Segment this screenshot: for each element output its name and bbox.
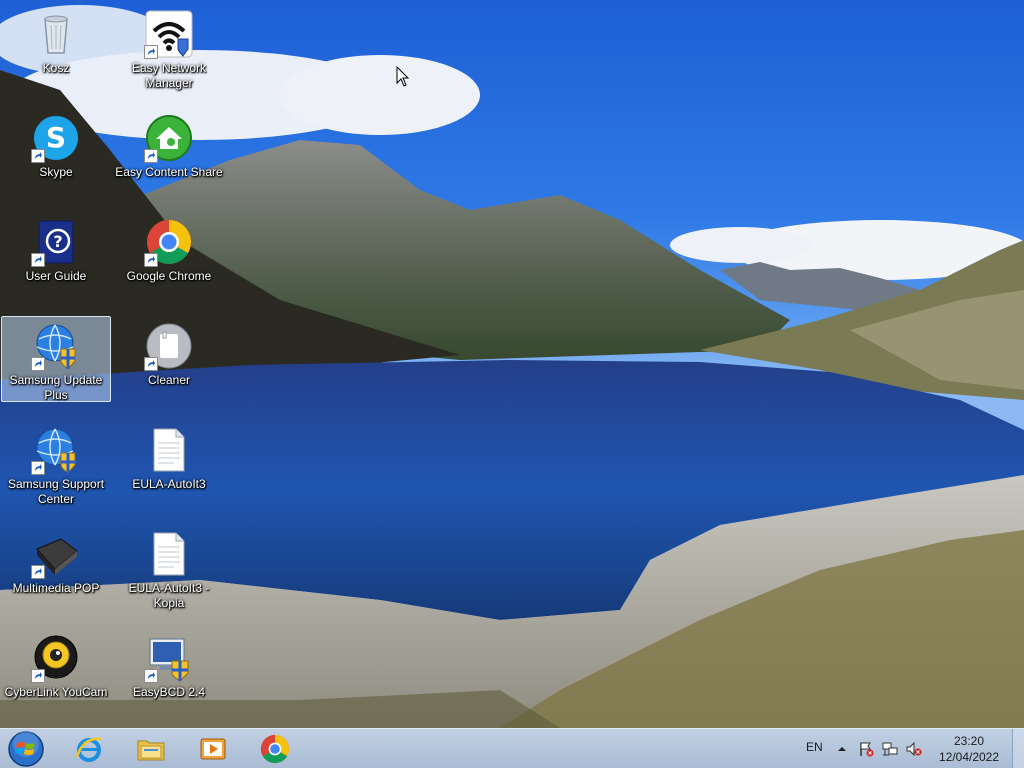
shortcut-arrow-icon: [31, 461, 45, 475]
volume-button[interactable]: [906, 741, 922, 757]
action-center-flag-icon: [860, 742, 874, 757]
globe-shield-icon: [31, 425, 81, 475]
taskbar-internet-explorer[interactable]: [62, 731, 116, 767]
network-icon: [882, 742, 898, 756]
desktop-icon-label: Skype: [39, 165, 73, 179]
help-book-icon: ?: [31, 217, 81, 267]
shortcut-arrow-icon: [31, 669, 45, 683]
desktop-icon-samsung-update-plus[interactable]: Samsung Update Plus: [1, 316, 111, 402]
media-player-icon: [200, 738, 226, 760]
desktop-icon-cyberlink-youcam[interactable]: CyberLink YouCam: [1, 628, 111, 728]
skype-icon: S: [31, 113, 81, 163]
desktop-icon-label: Google Chrome: [126, 269, 212, 283]
svg-text:?: ?: [53, 232, 62, 251]
shortcut-arrow-icon: [144, 149, 158, 163]
desktop-icon-label: EULA-AutoIt3: [132, 477, 206, 491]
desktop-icon-label: Easy Content Share: [115, 165, 223, 179]
shortcut-arrow-icon: [31, 149, 45, 163]
shortcut-arrow-icon: [144, 669, 158, 683]
desktop-icon-eula-autoit3-kopia[interactable]: EULA-AutoIt3 - Kopia: [114, 524, 224, 624]
desktop-icon-user-guide[interactable]: ? User Guide: [1, 212, 111, 312]
shortcut-arrow-icon: [144, 45, 158, 59]
taskbar-google-chrome[interactable]: [248, 731, 302, 767]
content-share-icon: [144, 113, 194, 163]
shortcut-arrow-icon: [31, 565, 45, 579]
action-center-button[interactable]: [858, 741, 874, 757]
desktop-icon-label: CyberLink YouCam: [4, 685, 108, 699]
shortcut-arrow-icon: [144, 357, 158, 371]
cleaner-icon: [144, 321, 194, 371]
clock[interactable]: 23:20 12/04/2022: [934, 733, 1004, 765]
multimedia-icon: [31, 529, 81, 579]
desktop-icon-label: Kosz: [42, 61, 70, 75]
desktop-icon-label: Cleaner: [147, 373, 191, 387]
chrome-icon: [260, 734, 290, 764]
volume-muted-icon: [906, 741, 922, 757]
webcam-icon: [31, 633, 81, 683]
taskbar-media-player[interactable]: [186, 731, 240, 767]
desktop-icon-label: Samsung Support Center: [7, 477, 105, 506]
text-document-icon: [144, 425, 194, 475]
desktop-icon-label: Multimedia POP: [12, 581, 100, 595]
shortcut-arrow-icon: [31, 253, 45, 267]
clock-time: 23:20: [953, 734, 985, 748]
desktop-icon-skype[interactable]: S Skype: [1, 108, 111, 208]
show-desktop-button[interactable]: [1012, 729, 1024, 768]
start-button[interactable]: [6, 731, 46, 767]
desktop-icon-easy-network-manager[interactable]: Easy Network Manager: [114, 4, 224, 104]
desktop[interactable]: Kosz Easy Network Manager S Skype Easy C…: [0, 0, 1024, 728]
chrome-icon: [144, 217, 194, 267]
desktop-icon-recycle-bin[interactable]: Kosz: [1, 4, 111, 104]
taskbar-file-explorer[interactable]: [124, 731, 178, 767]
desktop-icon-eula-autoit3[interactable]: EULA-AutoIt3: [114, 420, 224, 520]
svg-text:S: S: [46, 121, 66, 154]
file-explorer-icon: [137, 740, 165, 761]
desktop-icon-multimedia-pop[interactable]: Multimedia POP: [1, 524, 111, 624]
desktop-icon-label: Samsung Update Plus: [9, 373, 103, 402]
desktop-icon-samsung-support-center[interactable]: Samsung Support Center: [1, 420, 111, 520]
desktop-icon-label: EULA-AutoIt3 - Kopia: [128, 581, 210, 610]
easybcd-icon: [144, 633, 194, 683]
clock-date: 12/04/2022: [938, 750, 1000, 764]
desktop-icon-easybcd[interactable]: EasyBCD 2.4: [114, 628, 224, 728]
text-document-icon: [144, 529, 194, 579]
desktop-icon-google-chrome[interactable]: Google Chrome: [114, 212, 224, 312]
windows-start-icon: [8, 731, 44, 767]
desktop-icon-label: EasyBCD 2.4: [132, 685, 206, 699]
mouse-cursor-icon: [396, 66, 410, 87]
wifi-icon: [144, 9, 194, 59]
network-button[interactable]: [882, 741, 898, 757]
shortcut-arrow-icon: [31, 357, 45, 371]
desktop-icon-label: Easy Network Manager: [131, 61, 207, 90]
language-indicator[interactable]: EN: [806, 740, 823, 754]
desktop-icon-easy-content-share[interactable]: Easy Content Share: [114, 108, 224, 208]
taskbar: EN 23:20 12/04/2022: [0, 728, 1024, 768]
shortcut-arrow-icon: [144, 253, 158, 267]
internet-explorer-icon: [75, 737, 102, 762]
globe-shield-icon: [31, 321, 81, 371]
show-hidden-icons-button[interactable]: [834, 741, 850, 757]
show-hidden-icons-arrow: [838, 747, 846, 751]
desktop-icon-label: User Guide: [25, 269, 87, 283]
desktop-icon-cleaner[interactable]: Cleaner: [114, 316, 224, 416]
recycle-bin-icon: [31, 9, 81, 59]
